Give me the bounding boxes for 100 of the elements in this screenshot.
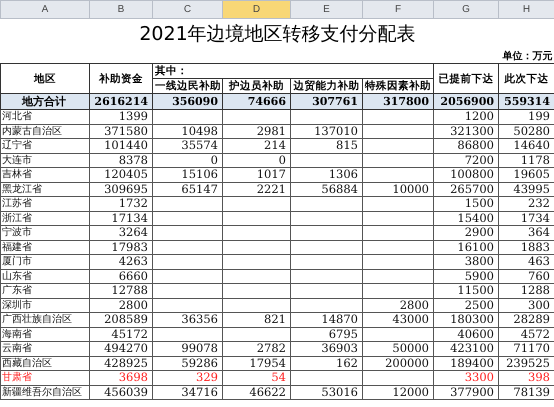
table-cell: 329: [152, 370, 222, 385]
table-cell: 2056900: [434, 94, 498, 110]
table-cell: 吉林省: [0, 168, 90, 182]
table-cell: 4263: [90, 254, 152, 269]
column-header[interactable]: B: [90, 0, 152, 18]
table-cell: 317800: [362, 94, 434, 110]
column-header[interactable]: G: [434, 0, 498, 18]
table-cell: 71170: [498, 342, 554, 356]
table-header: 已提前下达: [434, 64, 498, 94]
table-cell: 19605: [498, 168, 554, 182]
table-cell: 2800: [90, 298, 152, 312]
table-cell: 456039: [90, 385, 152, 400]
unit-label: 单位：万元: [0, 49, 554, 64]
table-cell: 760: [498, 269, 554, 284]
table-cell: 8378: [90, 153, 152, 168]
table-cell: 浙江省: [0, 211, 90, 226]
table-header: 其中：: [152, 64, 434, 78]
table-cell: 0: [152, 153, 222, 168]
table-cell: 1288: [498, 284, 554, 298]
table-cell: 46622: [222, 385, 290, 400]
table-cell: 821: [222, 312, 290, 327]
table-cell: 463: [498, 254, 554, 269]
table-cell: 815: [290, 138, 362, 153]
table-cell: 1732: [90, 196, 152, 211]
table-cell: 3698: [90, 370, 152, 385]
table-cell: 307761: [290, 94, 362, 110]
table-cell: 377900: [434, 385, 498, 400]
table-cell: 15106: [152, 168, 222, 182]
table-cell: 50000: [362, 342, 434, 356]
column-header[interactable]: C: [152, 0, 222, 18]
table-cell: 494270: [90, 342, 152, 356]
table-cell: 99078: [152, 342, 222, 356]
table-cell: 7200: [434, 153, 498, 168]
sheet-title: 2021年边境地区转移支付分配表: [0, 18, 554, 49]
table-cell: 辽宁省: [0, 138, 90, 153]
table-cell: 西藏自治区: [0, 356, 90, 370]
table-cell: 17954: [222, 356, 290, 370]
table-cell: 地方合计: [0, 94, 90, 110]
table-cell: 新疆维吾尔自治区: [0, 385, 90, 400]
table-cell: 50280: [498, 124, 554, 138]
table-cell: 1883: [498, 240, 554, 254]
table-cell: 0: [222, 153, 290, 168]
table-cell: 10498: [152, 124, 222, 138]
table-cell: 101440: [90, 138, 152, 153]
table-cell: 1017: [222, 168, 290, 182]
table-cell: 15400: [434, 211, 498, 226]
table-cell: 28289: [498, 312, 554, 327]
table-cell: 356090: [152, 94, 222, 110]
table-cell: 厦门市: [0, 254, 90, 269]
table-cell: 78139: [498, 385, 554, 400]
table-cell: 398: [498, 370, 554, 385]
table-cell: 1734: [498, 211, 554, 226]
table-cell: 12000: [362, 385, 434, 400]
table-cell: 宁波市: [0, 226, 90, 240]
table-cell: 56884: [290, 182, 362, 196]
table-cell: 74666: [222, 94, 290, 110]
column-header[interactable]: D: [222, 0, 290, 18]
table-cell: 34716: [152, 385, 222, 400]
table-cell: 6660: [90, 269, 152, 284]
table-cell: 3800: [434, 254, 498, 269]
table-cell: 40600: [434, 327, 498, 342]
table-cell: 山东省: [0, 269, 90, 284]
column-header[interactable]: E: [290, 0, 362, 18]
table-cell: 54: [222, 370, 290, 385]
table-cell: 35574: [152, 138, 222, 153]
column-header[interactable]: A: [0, 0, 90, 18]
table-cell: 2900: [434, 226, 498, 240]
column-header[interactable]: F: [362, 0, 434, 18]
table-cell: 1306: [290, 168, 362, 182]
table-cell: 45172: [90, 327, 152, 342]
table-cell: 4572: [498, 327, 554, 342]
table-cell: 3264: [90, 226, 152, 240]
table-cell: 423100: [434, 342, 498, 356]
table-cell: 36903: [290, 342, 362, 356]
table-cell: 17983: [90, 240, 152, 254]
table-cell: 11500: [434, 284, 498, 298]
table-cell: 广东省: [0, 284, 90, 298]
table-cell: 内蒙古自治区: [0, 124, 90, 138]
table-cell: 180300: [434, 312, 498, 327]
table-cell: 208589: [90, 312, 152, 327]
table-cell: 199: [498, 110, 554, 124]
table-cell: 1500: [434, 196, 498, 211]
table-cell: 59286: [152, 356, 222, 370]
table-cell: 甘肃省: [0, 370, 90, 385]
table-cell: 1178: [498, 153, 554, 168]
table-cell: 14870: [290, 312, 362, 327]
table-cell: 428925: [90, 356, 152, 370]
column-header[interactable]: H: [498, 0, 554, 18]
table-cell: 14640: [498, 138, 554, 153]
table-cell: 43000: [362, 312, 434, 327]
table-cell: 1399: [90, 110, 152, 124]
table-cell: 86800: [434, 138, 498, 153]
table-cell: 53016: [290, 385, 362, 400]
table-cell: 6795: [290, 327, 362, 342]
table-cell: 36356: [152, 312, 222, 327]
table-cell: 2981: [222, 124, 290, 138]
table-cell: 321300: [434, 124, 498, 138]
table-cell: 120405: [90, 168, 152, 182]
table-cell: 1200: [434, 110, 498, 124]
table-cell: 300: [498, 298, 554, 312]
